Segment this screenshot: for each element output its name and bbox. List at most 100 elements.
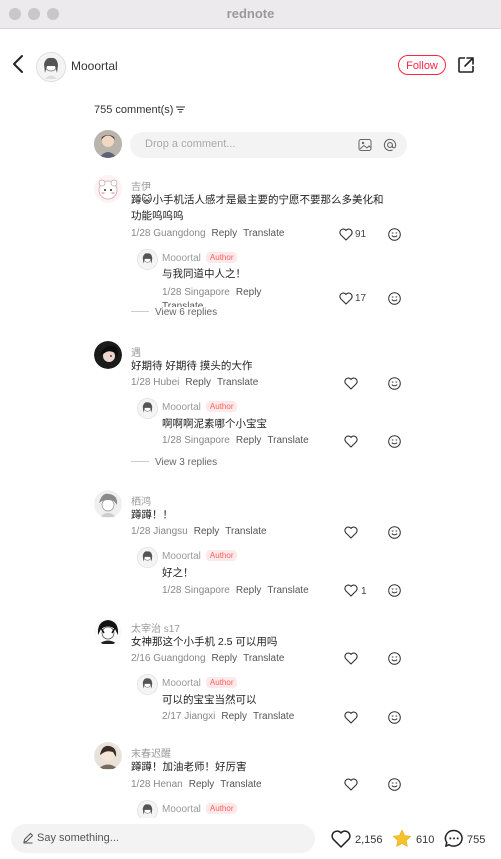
image-icon[interactable] — [358, 138, 372, 152]
comment-bubble-icon[interactable] — [444, 829, 464, 848]
reply-author-name[interactable]: Mooortal — [162, 678, 201, 689]
translate-button[interactable]: Translate — [253, 711, 294, 722]
translate-button[interactable]: Translate — [243, 653, 284, 664]
reply-avatar[interactable] — [137, 674, 158, 695]
view-replies-button[interactable]: View 6 replies — [131, 307, 218, 318]
collect-star-icon[interactable] — [392, 829, 412, 848]
reply-button[interactable]: Reply — [236, 585, 262, 596]
emoji-reaction-icon[interactable] — [388, 652, 401, 665]
translate-button[interactable]: Translate — [267, 435, 308, 446]
heart-icon[interactable] — [344, 526, 358, 539]
commenter-avatar[interactable] — [94, 175, 122, 203]
like-heart-icon[interactable] — [331, 830, 351, 848]
heart-icon[interactable] — [344, 711, 358, 724]
say-something-input[interactable]: Say something... — [11, 824, 315, 853]
back-arrow-icon[interactable] — [10, 53, 28, 75]
like-count: 91 — [355, 229, 367, 240]
reply-button[interactable]: Reply — [236, 287, 262, 298]
like-count: 17 — [355, 293, 367, 304]
reply-author-name[interactable]: Mooortal — [162, 402, 201, 413]
reply-date: 1/28 Singapore — [162, 287, 230, 298]
reply-meta: 2/17 Jiangxi Reply Translate — [162, 711, 300, 722]
translate-button[interactable]: Translate — [225, 526, 266, 537]
comment-count-row[interactable]: 755 comment(s) — [94, 104, 186, 116]
emoji-reaction-icon[interactable] — [388, 377, 401, 390]
commenter-name[interactable]: 太宰治 s17 — [131, 620, 180, 635]
view-replies-button[interactable]: View 3 replies — [131, 457, 217, 468]
heart-icon[interactable] — [344, 778, 358, 791]
emoji-reaction-icon[interactable] — [388, 584, 401, 597]
reply-avatar[interactable] — [137, 249, 158, 270]
reply-author-name[interactable]: Mooortal — [162, 253, 201, 264]
reply-meta: 1/28 Singapore Reply Translate — [162, 585, 315, 596]
emoji-reaction-icon[interactable] — [388, 435, 401, 448]
comment-count: 755 comment(s) — [94, 104, 174, 116]
author-name[interactable]: Mooortal — [71, 59, 118, 73]
reply-button[interactable]: Reply — [212, 653, 238, 664]
mention-icon[interactable] — [383, 138, 397, 152]
reply-author-name[interactable]: Mooortal — [162, 804, 201, 815]
reply-avatar[interactable] — [137, 547, 158, 568]
reply-button[interactable]: Reply — [189, 779, 215, 790]
emoji-reaction-icon[interactable] — [388, 292, 401, 305]
heart-icon[interactable] — [339, 228, 353, 241]
translate-button[interactable]: Translate — [267, 585, 308, 596]
heart-icon[interactable] — [344, 435, 358, 448]
commenter-avatar[interactable] — [94, 742, 122, 770]
reply-date: 1/28 Singapore — [162, 435, 230, 446]
comment-text: 女神那这个小手机 2.5 可以用吗 — [131, 636, 278, 648]
commenter-name[interactable]: 吉伊 — [131, 178, 151, 193]
heart-icon[interactable] — [344, 584, 358, 597]
reply-button[interactable]: Reply — [236, 435, 262, 446]
sort-icon[interactable] — [176, 106, 186, 113]
reply-avatar[interactable] — [137, 398, 158, 419]
say-something-placeholder: Say something... — [37, 832, 119, 844]
emoji-reaction-icon[interactable] — [388, 778, 401, 791]
heart-icon[interactable] — [344, 652, 358, 665]
comment-text: 好期待 好期待 摸头的大作 — [131, 360, 253, 372]
reply-text: 可以的宝宝当然可以 — [162, 694, 257, 706]
reply-author-name[interactable]: Mooortal — [162, 551, 201, 562]
translate-button[interactable]: Translate — [217, 377, 258, 388]
reply-text: 啊啊啊泥素哪个小宝宝 — [162, 418, 267, 430]
comment-date: 2/16 Guangdong — [131, 653, 206, 664]
post-header: Mooortal Follow — [0, 28, 501, 104]
commenter-name[interactable]: 栖鸿 — [131, 493, 151, 508]
commenter-name[interactable]: 遇 — [131, 344, 141, 359]
emoji-reaction-icon[interactable] — [388, 228, 401, 241]
comment-input-box[interactable] — [130, 132, 407, 158]
comment-date: 1/28 Jiangsu — [131, 526, 188, 537]
window-title: rednote — [226, 6, 275, 21]
translate-button[interactable]: Translate — [220, 779, 261, 790]
my-avatar — [94, 130, 122, 158]
commenter-name[interactable]: 末春迟醒 — [131, 745, 171, 760]
author-avatar[interactable] — [36, 52, 66, 82]
emoji-reaction-icon[interactable] — [388, 711, 401, 724]
heart-icon[interactable] — [339, 292, 353, 305]
reply-button[interactable]: Reply — [221, 711, 247, 722]
reply-author: Mooortal Author — [162, 252, 238, 264]
comment-input[interactable] — [143, 137, 347, 151]
window-titlebar: rednote — [0, 0, 501, 29]
comment-text: 蹲蹲！！ — [131, 509, 173, 521]
translate-button[interactable]: Translate — [243, 228, 284, 239]
reply-button[interactable]: Reply — [212, 228, 238, 239]
commenter-avatar[interactable] — [94, 490, 122, 518]
commenter-avatar[interactable] — [94, 617, 122, 645]
author-avatar-icon — [138, 399, 157, 418]
share-icon[interactable] — [457, 56, 475, 74]
commenter-avatar[interactable] — [94, 341, 122, 369]
reply-button[interactable]: Reply — [185, 377, 211, 388]
bottom-action-bar: Say something... 2,156 610 755 — [0, 818, 501, 859]
reply-meta: 1/28 Singapore Reply Translate — [162, 435, 315, 446]
my-avatar-icon — [94, 130, 122, 158]
reply-author: Mooortal Author — [162, 401, 238, 413]
reply-button[interactable]: Reply — [194, 526, 220, 537]
emoji-reaction-icon[interactable] — [388, 526, 401, 539]
reply-text: 好之！ — [162, 567, 194, 579]
reply-author: Mooortal Author — [162, 803, 238, 815]
like-count: 1 — [361, 586, 367, 597]
reply-author: Mooortal Author — [162, 677, 238, 689]
follow-button[interactable]: Follow — [398, 55, 446, 75]
heart-icon[interactable] — [344, 377, 358, 390]
